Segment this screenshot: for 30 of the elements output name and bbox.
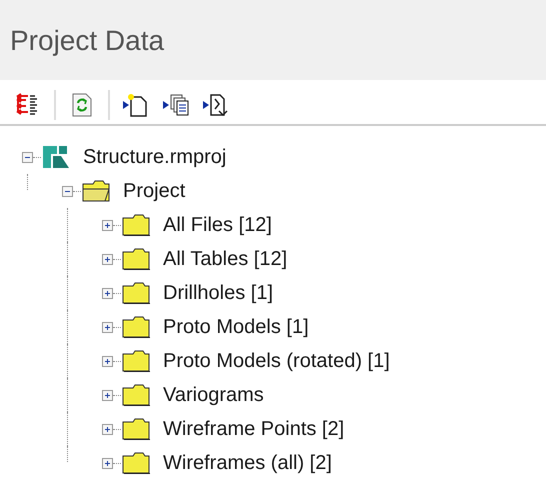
panel-title: Project Data [10,25,164,56]
folder-icon [121,417,153,441]
new-document-button[interactable] [122,91,150,119]
folder-icon [121,247,153,271]
expand-toggle-icon[interactable] [102,390,113,400]
expand-toggle-icon[interactable] [102,356,113,366]
folder-icon [121,281,153,305]
folder-icon [121,315,153,339]
tree-item-label[interactable]: Project [123,176,186,206]
collapse-toggle-icon[interactable] [22,152,33,162]
tree-item-label[interactable]: All Files [12] [163,210,272,240]
tree-item-label[interactable]: Wireframe Points [2] [163,414,344,444]
expand-toggle-icon[interactable] [102,458,113,468]
folder-icon [121,451,153,475]
tree-item-label[interactable]: Wireframes (all) [2] [163,448,332,478]
tree-item-label[interactable]: Drillholes [1] [163,278,274,308]
expand-toggle-icon[interactable] [102,322,113,332]
tree-item-label[interactable]: Variograms [163,380,264,410]
tree-item-label[interactable]: Proto Models [1] [163,312,309,342]
tree-item-label[interactable]: Structure.rmproj [83,142,226,172]
expand-toggle-icon[interactable] [102,424,113,434]
tree-item-label[interactable]: Proto Models (rotated) [1] [163,346,390,376]
tree-item-label[interactable]: All Tables [12] [163,244,288,274]
folder-icon [121,383,153,407]
expand-toggle-icon[interactable] [102,220,113,230]
folder-icon [121,213,153,237]
expand-toggle-icon[interactable] [102,254,113,264]
expand-toggle-icon[interactable] [102,288,113,298]
collapse-toggle-icon[interactable] [62,186,73,196]
folder-icon [121,349,153,373]
